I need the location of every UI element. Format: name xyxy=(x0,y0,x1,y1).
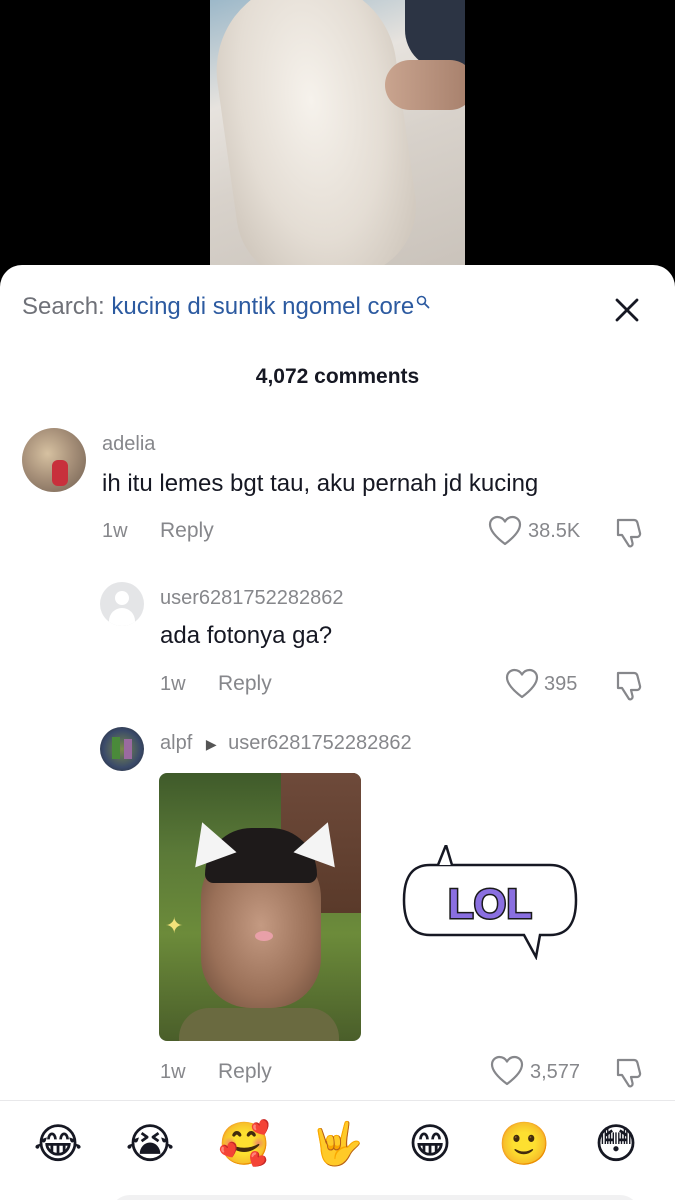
cat-nose xyxy=(255,931,273,941)
comment-username[interactable]: user6281752282862 xyxy=(160,587,344,610)
sparkle-icon: ✦ xyxy=(165,913,184,938)
emoji-quick-bar: 😂 😭 🥰 🤟 😁 🙂 😳 xyxy=(0,1100,675,1181)
dislike-icon[interactable] xyxy=(612,1055,646,1089)
reply-arrow-icon: ▶ xyxy=(205,736,217,752)
emoji-love-you-gesture[interactable]: 🤟 xyxy=(311,1119,363,1169)
sticker-text: LOL xyxy=(448,880,532,927)
like-count: 38.5K xyxy=(528,520,581,542)
comment-time: 1w xyxy=(160,673,186,695)
attached-photo[interactable]: ✦ xyxy=(159,773,361,1041)
reply-author[interactable]: alpf xyxy=(160,732,192,754)
emoji-grinning[interactable]: 😁 xyxy=(405,1119,455,1169)
emoji-slight-smile[interactable]: 🙂 xyxy=(498,1119,550,1169)
avatar-figure xyxy=(124,739,132,759)
comment-time: 1w xyxy=(160,1061,186,1083)
comment-username[interactable]: adelia xyxy=(102,433,155,456)
search-icon xyxy=(416,295,430,309)
avatar[interactable] xyxy=(22,428,86,492)
heart-icon[interactable] xyxy=(490,1055,524,1087)
avatar-placeholder-body xyxy=(109,608,135,626)
like-count: 395 xyxy=(544,673,578,695)
dislike-icon[interactable] xyxy=(612,515,646,549)
photo-clothing xyxy=(179,1008,339,1041)
avatar[interactable] xyxy=(100,582,144,626)
emoji-smiling-hearts[interactable]: 🥰 xyxy=(218,1119,270,1169)
hand-figure xyxy=(385,60,465,110)
avatar-figure xyxy=(112,737,120,759)
avatar-figure xyxy=(52,460,68,486)
search-prefix: Search: xyxy=(22,293,105,320)
comment-time: 1w xyxy=(102,520,128,542)
heart-icon[interactable] xyxy=(488,515,522,547)
comment-username[interactable]: alpf ▶ user6281752282862 xyxy=(160,732,412,755)
dislike-icon[interactable] xyxy=(612,668,646,702)
comment-item: user6281752282862 ada fotonya ga? 1w Rep… xyxy=(0,580,675,710)
comments-sheet: Search: kucing di suntik ngomel core 4,0… xyxy=(0,265,675,1200)
lol-sticker[interactable]: LOL xyxy=(400,845,580,960)
close-icon[interactable] xyxy=(610,293,644,327)
video-thumbnail[interactable] xyxy=(210,0,465,275)
comment-item: adelia ih itu lemes bgt tau, aku pernah … xyxy=(0,425,675,555)
search-suggestion[interactable]: Search: kucing di suntik ngomel core xyxy=(22,293,430,321)
reply-button[interactable]: Reply xyxy=(218,672,272,696)
emoji-flushed[interactable]: 😳 xyxy=(591,1119,641,1169)
cat-figure xyxy=(210,0,426,275)
reply-target-user[interactable]: user6281752282862 xyxy=(228,732,412,754)
reply-button[interactable]: Reply xyxy=(160,519,214,543)
heart-icon[interactable] xyxy=(505,668,539,700)
comment-text: ada fotonya ga? xyxy=(160,622,333,649)
reply-button[interactable]: Reply xyxy=(218,1060,272,1084)
emoji-tears-of-joy[interactable]: 😂 xyxy=(33,1119,83,1169)
comment-input[interactable] xyxy=(110,1195,640,1200)
like-count: 3,577 xyxy=(530,1061,581,1083)
search-query-link[interactable]: kucing di suntik ngomel core xyxy=(111,293,414,320)
video-player[interactable] xyxy=(0,0,675,280)
avatar[interactable] xyxy=(100,727,144,771)
avatar-placeholder-head xyxy=(115,591,129,605)
comment-text: ih itu lemes bgt tau, aku pernah jd kuci… xyxy=(102,470,539,497)
emoji-crying[interactable]: 😭 xyxy=(125,1119,175,1169)
comments-count: 4,072 comments xyxy=(255,365,420,388)
